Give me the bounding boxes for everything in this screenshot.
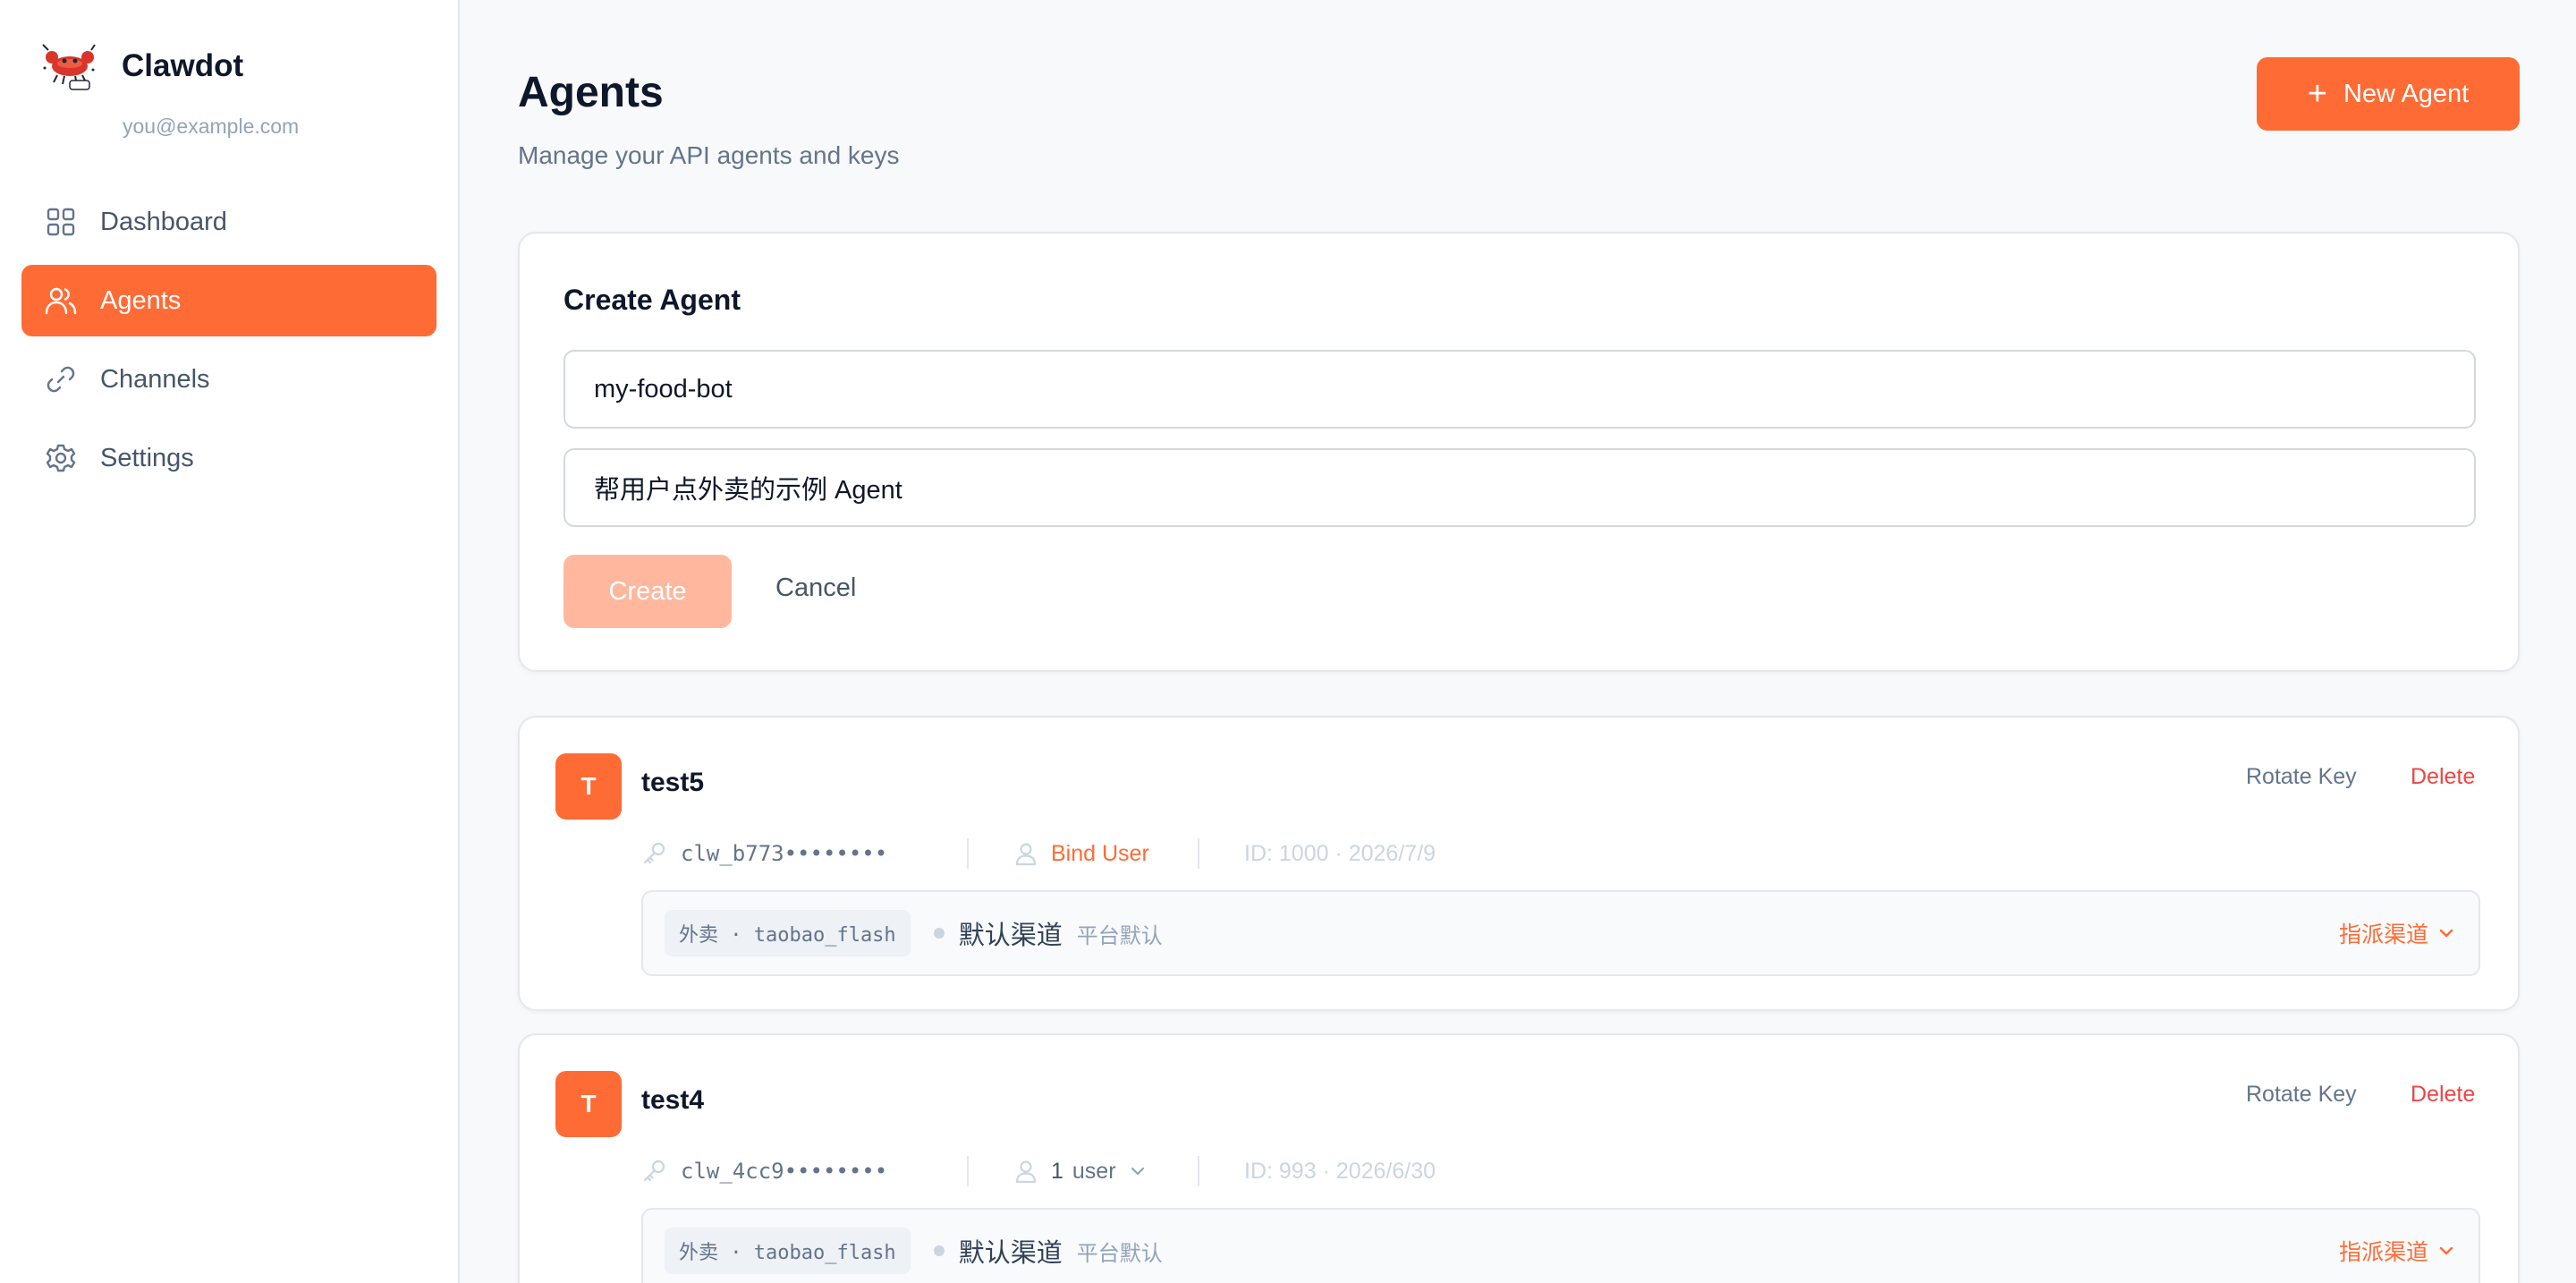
brand-name: Clawdot — [122, 48, 244, 83]
page-title: Agents — [518, 69, 664, 116]
channel-subtext: 平台默认 — [1076, 923, 1163, 948]
agent-meta-row: clw_b773•••••••• Bind User ID: 1000 · 20… — [641, 837, 1436, 870]
sidebar-item-label: Dashboard — [100, 207, 227, 236]
agent-name-input[interactable]: my-food-bot — [564, 350, 2476, 429]
rotate-key-button[interactable]: Rotate Key — [2246, 1082, 2357, 1108]
divider — [967, 838, 969, 869]
plus-icon: + — [2307, 75, 2327, 113]
user-icon — [1015, 1160, 1037, 1184]
status-dot — [933, 928, 945, 939]
api-key-masked[interactable]: clw_b773•••••••• — [681, 841, 967, 866]
new-agent-label: New Agent — [2343, 79, 2470, 108]
sidebar-item-channels[interactable]: Channels — [21, 344, 436, 415]
assign-channel-button[interactable]: 指派渠道 — [2339, 892, 2455, 974]
create-button[interactable]: Create — [564, 555, 732, 628]
agent-name-value: my-food-bot — [594, 374, 733, 404]
new-agent-button[interactable]: + New Agent — [2257, 57, 2520, 131]
user-unit: user — [1072, 1158, 1116, 1184]
avatar: T — [555, 1071, 622, 1137]
delete-button[interactable]: Delete — [2411, 1082, 2475, 1108]
delete-button[interactable]: Delete — [2411, 764, 2475, 790]
users-dropdown[interactable]: 1 user — [1051, 1159, 1198, 1185]
agent-id-date: ID: 1000 · 2026/7/9 — [1244, 840, 1436, 866]
agent-description-value: 帮用户点外卖的示例 Agent — [594, 476, 902, 505]
api-key-masked[interactable]: clw_4cc9•••••••• — [681, 1159, 967, 1184]
create-agent-title: Create Agent — [564, 284, 741, 316]
page-subtitle: Manage your API agents and keys — [518, 141, 900, 169]
agent-name: test5 — [641, 768, 705, 797]
cancel-button[interactable]: Cancel — [775, 574, 856, 603]
chevron-down-icon — [2439, 1246, 2453, 1255]
chevron-down-icon — [2439, 929, 2453, 938]
agent-card: T test5 Rotate Key Delete clw_b773••••••… — [518, 716, 2520, 1011]
avatar: T — [555, 753, 622, 820]
assign-channel-label: 指派渠道 — [2338, 1240, 2428, 1265]
sidebar: Clawdot you@example.com Dashboard Agents… — [0, 0, 460, 1283]
channel-subtext: 平台默认 — [1076, 1241, 1163, 1266]
user-icon — [1015, 843, 1037, 866]
sidebar-item-label: Channels — [100, 364, 210, 394]
sidebar-item-label: Agents — [100, 285, 182, 315]
sidebar-item-agents[interactable]: Agents — [21, 265, 436, 336]
divider — [1198, 1156, 1199, 1186]
key-icon — [643, 1160, 665, 1182]
agent-meta-row: clw_4cc9•••••••• 1 user ID: 993 · 2026/6… — [641, 1155, 1436, 1187]
divider — [967, 1156, 969, 1186]
status-dot — [933, 1245, 945, 1256]
channel-tag: 外卖 · taobao_flash — [665, 1228, 911, 1274]
channel-row: 外卖 · taobao_flash 默认渠道 平台默认 指派渠道 — [641, 890, 2480, 976]
sidebar-item-label: Settings — [100, 443, 194, 472]
channel-name: 默认渠道 — [958, 922, 1063, 950]
agent-description-input[interactable]: 帮用户点外卖的示例 Agent — [564, 448, 2476, 527]
assign-channel-label: 指派渠道 — [2338, 922, 2428, 947]
create-agent-card: Create Agent my-food-bot 帮用户点外卖的示例 Agent… — [518, 232, 2520, 672]
sidebar-nav: Dashboard Agents Channels Settings — [21, 186, 436, 501]
chevron-down-icon — [1131, 1167, 1144, 1176]
sidebar-item-settings[interactable]: Settings — [21, 422, 436, 494]
gear-icon — [45, 442, 77, 474]
agent-name: test4 — [641, 1085, 705, 1115]
assign-channel-button[interactable]: 指派渠道 — [2339, 1210, 2455, 1283]
main-content: Agents Manage your API agents and keys +… — [460, 0, 2576, 1283]
lobster-logo-icon — [42, 44, 96, 90]
divider — [1198, 838, 1199, 869]
channel-tag: 外卖 · taobao_flash — [665, 910, 911, 956]
channel-row: 外卖 · taobao_flash 默认渠道 平台默认 指派渠道 — [641, 1208, 2480, 1283]
rotate-key-button[interactable]: Rotate Key — [2246, 764, 2357, 790]
sidebar-item-dashboard[interactable]: Dashboard — [21, 186, 436, 258]
bind-user-button[interactable]: Bind User — [1051, 841, 1198, 867]
users-icon — [45, 285, 77, 317]
agent-card: T test4 Rotate Key Delete clw_4cc9••••••… — [518, 1033, 2520, 1283]
link-icon — [45, 363, 77, 395]
user-email: you@example.com — [123, 115, 300, 138]
brand[interactable]: Clawdot — [39, 41, 243, 93]
channel-name: 默认渠道 — [958, 1239, 1063, 1268]
key-icon — [643, 842, 665, 864]
user-count: 1 — [1051, 1158, 1063, 1184]
agent-id-date: ID: 993 · 2026/6/30 — [1244, 1158, 1436, 1184]
grid-icon — [45, 206, 77, 238]
